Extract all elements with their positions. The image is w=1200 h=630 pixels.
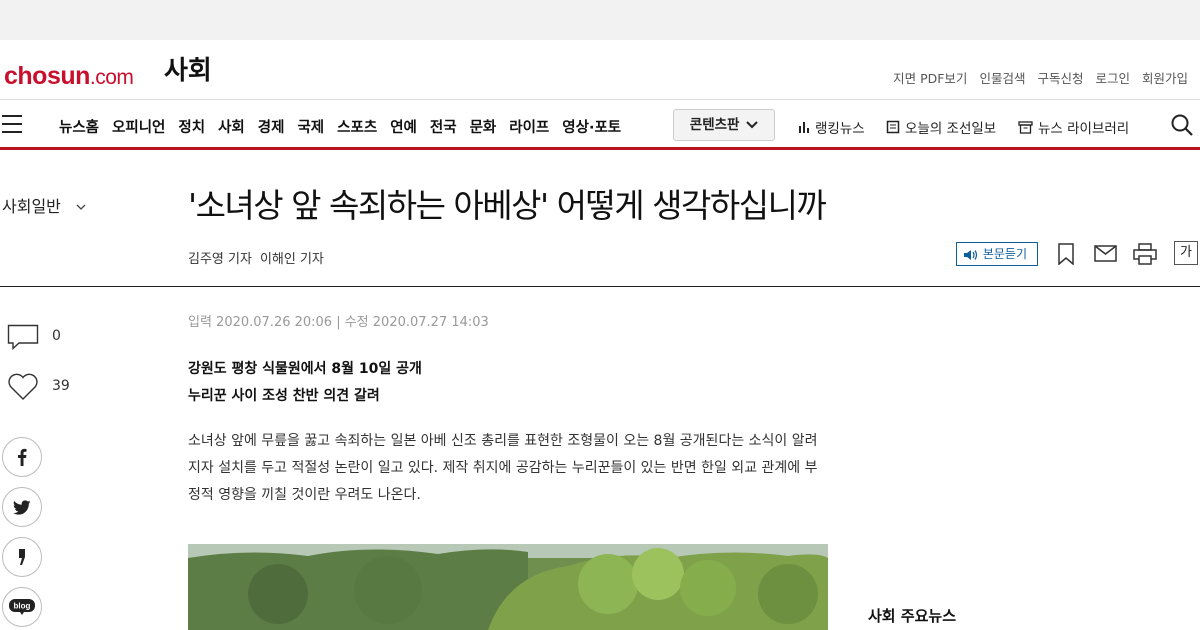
font-size-button[interactable]: 가 — [1174, 241, 1198, 265]
chevron-down-icon — [76, 204, 86, 210]
section-title[interactable]: 사회 — [164, 54, 212, 88]
subhead-line: 누리꾼 사이 조성 찬반 의견 갈려 — [188, 388, 380, 404]
reporter-name[interactable]: 김주영 기자 — [188, 252, 252, 267]
search-icon[interactable] — [1170, 113, 1194, 137]
twitter-icon — [13, 499, 31, 515]
nav-item-video-photo[interactable]: 영상·포토 — [562, 116, 621, 137]
heart-icon[interactable] — [7, 373, 39, 401]
contents-button-label: 콘텐츠판 — [689, 117, 740, 133]
nav-item-economy[interactable]: 경제 — [258, 116, 285, 137]
category-label: 사회일반 — [2, 197, 61, 216]
todays-paper-link[interactable]: 오늘의 조선일보 — [886, 117, 996, 137]
site-logo[interactable]: chosun.com — [4, 62, 134, 92]
comment-count: 0 — [52, 328, 61, 344]
archive-icon — [1018, 121, 1033, 134]
category-dropdown[interactable]: 사회일반 — [2, 193, 86, 217]
util-subscribe-link[interactable]: 구독신청 — [1037, 68, 1083, 87]
header-divider — [0, 286, 1200, 287]
menu-icon[interactable] — [2, 115, 22, 133]
util-people-search-link[interactable]: 인물검색 — [979, 68, 1025, 87]
listen-button[interactable]: 본문듣기 — [956, 242, 1038, 266]
share-facebook-button[interactable] — [2, 437, 42, 477]
nav-item-international[interactable]: 국제 — [297, 116, 324, 137]
article-subheads: 강원도 평창 식물원에서 8월 10일 공개 누리꾼 사이 조성 찬반 의견 갈… — [188, 356, 422, 410]
main-nav: 뉴스홈 오피니언 정치 사회 경제 국제 스포츠 연예 전국 문화 라이프 영상… — [59, 116, 621, 137]
facebook-icon — [18, 448, 27, 466]
nav-item-sports[interactable]: 스포츠 — [337, 116, 377, 137]
speaker-icon — [964, 249, 978, 260]
nav-item-life[interactable]: 라이프 — [509, 116, 549, 137]
subhead-line: 강원도 평창 식물원에서 8월 10일 공개 — [188, 361, 422, 377]
like-count: 39 — [52, 378, 70, 394]
listen-label: 본문듣기 — [982, 247, 1027, 261]
tree-photo-image — [188, 544, 828, 630]
share-twitter-button[interactable] — [2, 487, 42, 527]
util-signup-link[interactable]: 회원가입 — [1142, 68, 1188, 87]
bookmark-icon[interactable] — [1057, 243, 1075, 265]
util-login-link[interactable]: 로그인 — [1095, 68, 1130, 87]
news-library-link[interactable]: 뉴스 라이브러리 — [1018, 117, 1129, 137]
nav-item-politics[interactable]: 정치 — [178, 116, 205, 137]
nav-item-culture[interactable]: 문화 — [470, 116, 497, 137]
util-pdf-link[interactable]: 지면 PDF보기 — [893, 68, 967, 87]
article-body-paragraph: 소녀상 앞에 무릎을 꿇고 속죄하는 일본 아베 신조 총리를 표현한 조형물이… — [188, 433, 818, 503]
email-icon[interactable] — [1094, 245, 1117, 262]
font-size-label: 가 — [1180, 245, 1192, 260]
article-dates: 입력 2020.07.26 20:06 | 수정 2020.07.27 14:0… — [188, 315, 489, 330]
byline: 김주영 기자 이해인 기자 — [188, 248, 332, 267]
reporter-name[interactable]: 이해인 기자 — [260, 252, 324, 267]
article-photo[interactable] — [188, 544, 828, 630]
top-ad-band — [0, 0, 1200, 40]
svg-text:blog: blog — [14, 602, 31, 611]
nav-item-opinion[interactable]: 오피니언 — [112, 116, 165, 137]
newspaper-icon — [886, 120, 900, 134]
blog-icon: blog — [9, 599, 35, 615]
comment-icon[interactable] — [7, 324, 39, 350]
contents-dropdown-button[interactable]: 콘텐츠판 — [673, 109, 775, 141]
ranking-news-link[interactable]: 랭킹뉴스 — [798, 117, 865, 137]
main-nav-bar: 뉴스홈 오피니언 정치 사회 경제 국제 스포츠 연예 전국 문화 라이프 영상… — [0, 101, 1200, 150]
todays-paper-label: 오늘의 조선일보 — [905, 121, 997, 137]
nav-item-society[interactable]: 사회 — [218, 116, 245, 137]
share-kakaostory-button[interactable] — [2, 537, 42, 577]
kakaostory-icon — [19, 549, 25, 565]
news-library-label: 뉴스 라이브러리 — [1038, 121, 1130, 137]
nav-item-national[interactable]: 전국 — [430, 116, 457, 137]
print-icon[interactable] — [1133, 243, 1157, 265]
chevron-down-icon — [746, 121, 758, 129]
nav-item-news-home[interactable]: 뉴스홈 — [59, 116, 99, 137]
nav-item-entertainment[interactable]: 연예 — [390, 116, 417, 137]
logo-suffix: .com — [89, 66, 134, 89]
site-header: chosun.com 사회 지면 PDF보기 인물검색 구독신청 로그인 회원가… — [0, 40, 1200, 100]
chart-icon — [799, 122, 809, 133]
share-blog-button[interactable]: blog — [2, 587, 42, 627]
article-headline: '소녀상 앞 속죄하는 아베상' 어떻게 생각하십니까 — [188, 186, 827, 225]
ranking-news-label: 랭킹뉴스 — [815, 121, 865, 137]
utility-links: 지면 PDF보기 인물검색 구독신청 로그인 회원가입 — [893, 68, 1188, 87]
sidebar-section-title: 사회 주요뉴스 — [868, 607, 957, 625]
logo-main: chosun — [4, 62, 90, 90]
